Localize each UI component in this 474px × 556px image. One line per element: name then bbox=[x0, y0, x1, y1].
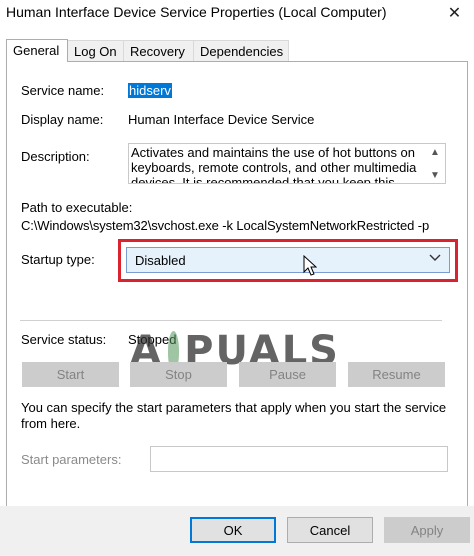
service-status-value: Stopped bbox=[128, 332, 177, 347]
startup-type-dropdown[interactable]: Disabled bbox=[126, 247, 450, 273]
service-status-label: Service status: bbox=[21, 332, 107, 347]
path-label: Path to executable: bbox=[21, 200, 133, 215]
service-name-label: Service name: bbox=[21, 83, 105, 98]
mouse-cursor-icon bbox=[303, 254, 318, 280]
start-params-input[interactable] bbox=[150, 446, 448, 472]
description-label: Description: bbox=[21, 149, 90, 164]
close-icon[interactable]: ✕ bbox=[435, 0, 474, 26]
path-value: C:\Windows\system32\svchost.exe -k Local… bbox=[21, 218, 430, 233]
general-panel bbox=[6, 61, 468, 556]
display-name-value: Human Interface Device Service bbox=[128, 112, 315, 127]
scroll-up-icon[interactable]: ▲ bbox=[427, 144, 443, 160]
description-box[interactable]: Activates and maintains the use of hot b… bbox=[128, 143, 446, 184]
chevron-down-icon[interactable] bbox=[429, 251, 441, 266]
ok-button[interactable]: OK bbox=[190, 517, 276, 543]
title-bar: Human Interface Device Service Propertie… bbox=[0, 0, 474, 26]
separator bbox=[20, 320, 442, 321]
cancel-button[interactable]: Cancel bbox=[287, 517, 373, 543]
display-name-label: Display name: bbox=[21, 112, 104, 127]
pause-button[interactable]: Pause bbox=[239, 362, 336, 387]
apply-button[interactable]: Apply bbox=[384, 517, 470, 543]
start-button[interactable]: Start bbox=[22, 362, 119, 387]
start-params-note: You can specify the start parameters tha… bbox=[21, 400, 447, 431]
startup-type-label: Startup type: bbox=[21, 252, 95, 267]
tab-recovery[interactable]: Recovery bbox=[123, 40, 194, 61]
window-title: Human Interface Device Service Propertie… bbox=[6, 4, 387, 20]
scroll-down-icon[interactable]: ▼ bbox=[427, 167, 443, 183]
description-text: Activates and maintains the use of hot b… bbox=[131, 145, 417, 184]
resume-button[interactable]: Resume bbox=[348, 362, 445, 387]
stop-button[interactable]: Stop bbox=[130, 362, 227, 387]
tab-general[interactable]: General bbox=[6, 39, 68, 62]
service-name-selected-text[interactable]: hidserv bbox=[128, 83, 172, 98]
start-params-label: Start parameters: bbox=[21, 452, 122, 467]
tab-dependencies[interactable]: Dependencies bbox=[193, 40, 289, 61]
tab-log-on[interactable]: Log On bbox=[67, 40, 124, 61]
service-name-value[interactable]: hidserv bbox=[128, 83, 172, 98]
startup-type-value: Disabled bbox=[135, 253, 186, 268]
